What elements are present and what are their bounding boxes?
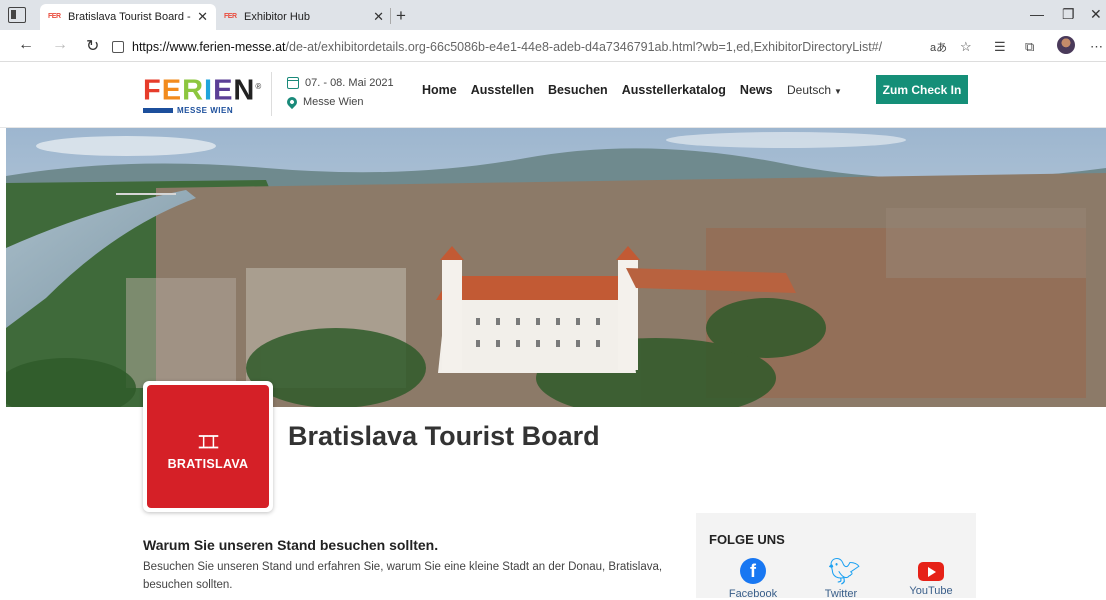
tab-actions-icon[interactable] [8,7,26,23]
logo-letter: E [161,74,183,107]
collections-icon[interactable]: ⧉ [1025,39,1034,55]
exhibitor-logo-text: BRATISLAVA [167,456,249,471]
nav-ausstellen[interactable]: Ausstellen [471,83,534,97]
event-info: 07. - 08. Mai 2021 Messe Wien [284,73,394,111]
url-host: https://www.ferien-messe.at [132,40,286,54]
calendar-icon [287,76,299,89]
read-aloud-icon[interactable]: aあ [930,39,947,55]
restore-button[interactable]: ❐ [1062,6,1075,23]
logo-letter: I [204,74,214,107]
tab-divider [390,8,391,24]
exhibitor-logo: ⌶⌶ BRATISLAVA [143,381,273,512]
header-divider [271,72,272,116]
logo-subtitle: MESSE WIEN [177,106,234,116]
hero-banner [6,128,1106,407]
logo-letter: F [143,74,162,107]
youtube-label: YouTube [909,585,953,597]
more-menu-icon[interactable]: ⋯ [1090,39,1103,55]
facebook-link[interactable]: f Facebook [718,558,788,600]
nav-ausstellerkatalog[interactable]: Ausstellerkatalog [622,83,726,97]
language-label: Deutsch [787,83,832,97]
logo-registered-mark: ® [255,82,263,91]
language-selector[interactable]: Deutsch ▼ [787,83,842,97]
visit-heading: Warum Sie unseren Stand besuchen sollten… [143,537,439,553]
twitter-link[interactable]: 🐦︎ Twitter [806,558,876,600]
follow-us-title: FOLGE UNS [709,532,785,547]
youtube-link[interactable]: YouTube [896,558,966,597]
twitter-label: Twitter [824,588,858,600]
nav-besuchen[interactable]: Besuchen [548,83,608,97]
logo-letter: N [233,74,256,107]
facebook-label: Facebook [728,588,778,600]
location-pin-icon [284,94,300,109]
caret-down-icon: ▼ [834,87,842,96]
profile-avatar[interactable] [1057,36,1075,54]
logo-letter: E [213,74,234,107]
nav-news[interactable]: News [740,83,773,97]
event-dates: 07. - 08. Mai 2021 [305,76,394,89]
tab-bratislava[interactable]: FER Bratislava Tourist Board - Ausstel ✕ [40,4,216,30]
site-header: FERIEN® MESSE WIEN 07. - 08. Mai 2021 Me… [0,62,1106,128]
close-tab-icon[interactable]: ✕ [197,9,208,25]
main-nav: Home Ausstellen Besuchen Ausstellerkatal… [422,83,773,97]
hero-panorama-image [6,128,1106,407]
youtube-icon [918,562,944,581]
forward-arrow-icon[interactable]: → [52,36,68,54]
ferien-favicon: FER [224,13,237,20]
tab-title: Bratislava Tourist Board - Ausstel [68,11,193,23]
event-location: Messe Wien [303,95,364,108]
new-tab-button[interactable]: + [396,6,406,26]
tab-exhibitor-hub[interactable]: FER Exhibitor Hub ✕ [216,4,392,30]
browser-tab-bar: FER Bratislava Tourist Board - Ausstel ✕… [0,0,1106,30]
check-in-button[interactable]: Zum Check In [876,75,968,104]
back-arrow-icon[interactable]: ← [18,36,34,54]
ferien-messe-logo[interactable]: FERIEN® MESSE WIEN [143,72,261,116]
visit-description: Besuchen Sie unseren Stand und erfahren … [143,561,663,591]
logo-bar [143,108,173,114]
url-field[interactable]: https://www.ferien-messe.at/de-at/exhibi… [112,37,922,57]
address-bar-row: ← → ↻ https://www.ferien-messe.at/de-at/… [0,30,1106,62]
favorite-star-icon[interactable]: ☆ [960,39,972,55]
close-tab-icon[interactable]: ✕ [373,9,384,25]
ferien-favicon: FER [48,13,61,20]
nav-home[interactable]: Home [422,83,457,97]
castle-icon: ⌶⌶ [198,431,219,452]
close-window-button[interactable]: ✕ [1090,6,1102,23]
lock-icon [112,41,124,53]
tab-title: Exhibitor Hub [244,11,311,23]
url-path: /de-at/exhibitordetails.org-66c5086b-e4e… [285,40,883,54]
favorites-list-icon[interactable]: ☰ [994,39,1006,55]
exhibitor-name: Bratislava Tourist Board [288,421,600,451]
minimize-button[interactable]: — [1030,6,1044,22]
refresh-icon[interactable]: ↻ [86,36,99,56]
twitter-icon: 🐦︎ [828,556,862,586]
follow-us-panel: FOLGE UNS f Facebook 🐦︎ Twitter YouTube [696,513,976,600]
facebook-icon: f [740,558,766,584]
logo-letter: R [182,74,205,107]
